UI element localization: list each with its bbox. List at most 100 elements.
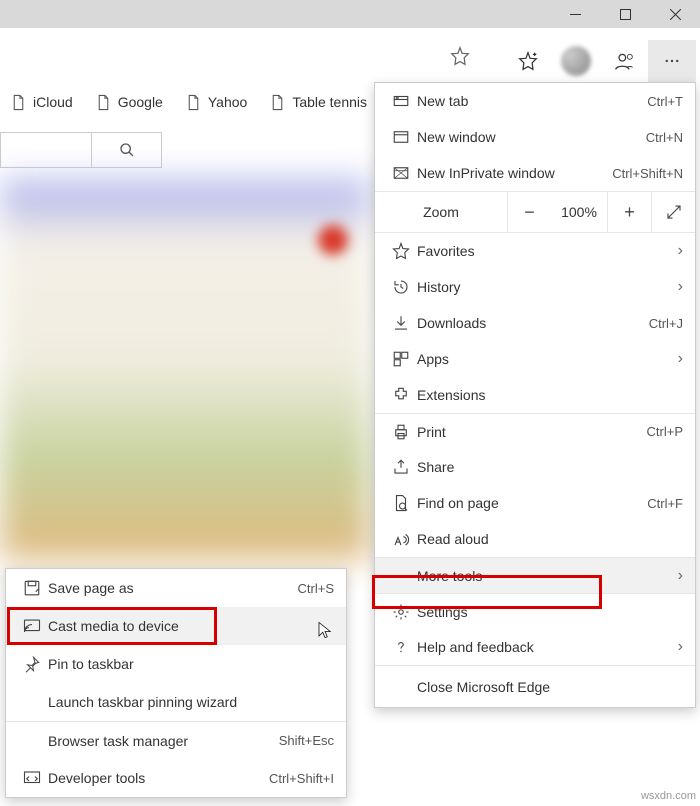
menu-shortcut: Ctrl+T <box>647 94 683 109</box>
close-button[interactable] <box>650 0 700 28</box>
more-tools-submenu: Save page as Ctrl+S Cast media to device… <box>5 568 347 798</box>
bookmark-label: Google <box>118 94 163 110</box>
share-icon <box>387 458 415 476</box>
favorites-toolbar-button[interactable] <box>504 40 552 82</box>
read-aloud-item[interactable]: Read aloud <box>375 521 695 557</box>
help-item[interactable]: Help and feedback › <box>375 629 695 665</box>
extensions-icon <box>387 386 415 404</box>
star-icon <box>387 242 415 260</box>
developer-tools-item[interactable]: Developer tools Ctrl+Shift+I <box>6 759 346 797</box>
menu-label: History <box>415 279 671 295</box>
menu-label: Developer tools <box>46 770 269 786</box>
bookmark-item[interactable]: iCloud <box>10 94 73 111</box>
new-tab-item[interactable]: New tab Ctrl+T <box>375 83 695 119</box>
menu-label: Apps <box>415 351 671 367</box>
search-input[interactable] <box>1 133 91 167</box>
chevron-right-icon: › <box>671 242 683 260</box>
read-aloud-icon <box>387 530 415 548</box>
avatar[interactable] <box>561 46 591 76</box>
cast-icon <box>18 617 46 635</box>
menu-label: Print <box>415 424 647 440</box>
gear-icon <box>387 603 415 621</box>
extensions-item[interactable]: Extensions <box>375 377 695 413</box>
menu-label: Browser task manager <box>46 733 279 749</box>
print-icon <box>387 423 415 441</box>
inprivate-icon <box>387 164 415 182</box>
tab-icon <box>387 92 415 110</box>
save-page-as-item[interactable]: Save page as Ctrl+S <box>6 569 346 607</box>
apps-icon <box>387 350 415 368</box>
history-item[interactable]: History › <box>375 269 695 305</box>
downloads-item[interactable]: Downloads Ctrl+J <box>375 305 695 341</box>
menu-shortcut: Ctrl+Shift+I <box>269 771 334 786</box>
download-icon <box>387 314 415 332</box>
menu-shortcut: Ctrl+N <box>646 130 683 145</box>
menu-shortcut: Ctrl+F <box>647 496 683 511</box>
menu-shortcut: Ctrl+Shift+N <box>612 166 683 181</box>
toolbar <box>504 40 696 82</box>
chevron-right-icon: › <box>671 638 683 656</box>
menu-label: New InPrivate window <box>415 165 612 181</box>
profile-button[interactable] <box>600 40 648 82</box>
menu-label: Help and feedback <box>415 639 671 655</box>
help-icon <box>387 638 415 656</box>
pin-icon <box>18 655 46 673</box>
close-edge-item[interactable]: Close Microsoft Edge <box>375 665 695 707</box>
maximize-button[interactable] <box>600 0 650 28</box>
menu-label: Settings <box>415 604 683 620</box>
history-icon <box>387 278 415 296</box>
menu-label: Favorites <box>415 243 671 259</box>
menu-label: Save page as <box>46 580 298 596</box>
window-icon <box>387 128 415 146</box>
fullscreen-button[interactable] <box>651 191 695 233</box>
page-content-blur <box>318 225 348 255</box>
task-manager-item[interactable]: Browser task manager Shift+Esc <box>6 721 346 759</box>
share-item[interactable]: Share <box>375 449 695 485</box>
menu-label: More tools <box>415 568 671 584</box>
menu-label: Find on page <box>415 495 647 511</box>
launch-wizard-item[interactable]: Launch taskbar pinning wizard <box>6 683 346 721</box>
search-button[interactable] <box>91 133 161 167</box>
settings-item[interactable]: Settings <box>375 593 695 629</box>
bookmark-item[interactable]: Yahoo <box>185 94 247 111</box>
menu-label: Close Microsoft Edge <box>415 679 683 695</box>
zoom-in-button[interactable]: + <box>607 191 651 233</box>
save-icon <box>18 579 46 597</box>
bookmark-label: Table tennis <box>292 94 367 110</box>
menu-shortcut: Ctrl+S <box>298 581 334 596</box>
more-tools-item[interactable]: More tools › <box>375 557 695 593</box>
minimize-button[interactable] <box>550 0 600 28</box>
inprivate-item[interactable]: New InPrivate window Ctrl+Shift+N <box>375 155 695 191</box>
apps-item[interactable]: Apps › <box>375 341 695 377</box>
menu-shortcut: Ctrl+P <box>647 424 683 439</box>
pin-taskbar-item[interactable]: Pin to taskbar <box>6 645 346 683</box>
find-icon <box>387 494 415 512</box>
favorites-item[interactable]: Favorites › <box>375 233 695 269</box>
more-button[interactable] <box>648 40 696 82</box>
bookmark-label: Yahoo <box>208 94 247 110</box>
chevron-right-icon: › <box>671 278 683 296</box>
menu-label: Extensions <box>415 387 683 403</box>
menu-label: Cast media to device <box>46 618 334 634</box>
search-box <box>0 132 162 168</box>
zoom-out-button[interactable]: − <box>507 191 551 233</box>
chevron-right-icon: › <box>671 567 683 585</box>
menu-label: New window <box>415 129 646 145</box>
menu-label: Pin to taskbar <box>46 656 334 672</box>
new-window-item[interactable]: New window Ctrl+N <box>375 119 695 155</box>
bookmark-label: iCloud <box>33 94 73 110</box>
zoom-row: Zoom − 100% + <box>375 191 695 233</box>
bookmark-item[interactable]: Google <box>95 94 163 111</box>
page-content-blur <box>0 180 370 560</box>
menu-shortcut: Shift+Esc <box>279 733 334 748</box>
find-item[interactable]: Find on page Ctrl+F <box>375 485 695 521</box>
menu-label: New tab <box>415 93 647 109</box>
chevron-right-icon: › <box>671 350 683 368</box>
titlebar <box>0 0 700 28</box>
cast-media-item[interactable]: Cast media to device <box>6 607 346 645</box>
star-icon[interactable] <box>450 46 470 69</box>
devtools-icon <box>18 769 46 787</box>
bookmark-item[interactable]: Table tennis <box>269 94 367 111</box>
menu-label: Read aloud <box>415 531 683 547</box>
print-item[interactable]: Print Ctrl+P <box>375 413 695 449</box>
